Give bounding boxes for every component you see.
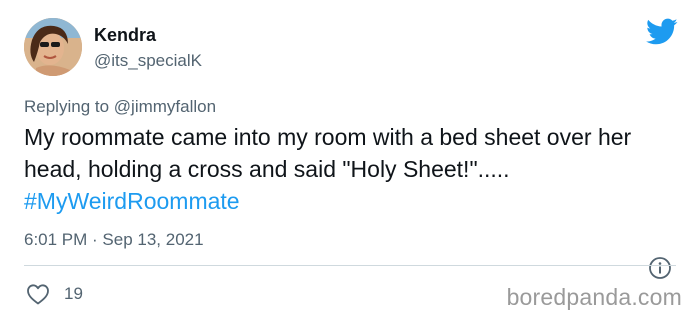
- divider: [24, 265, 676, 266]
- reply-context: Replying to @jimmyfallon: [24, 96, 216, 118]
- reply-mention-link[interactable]: @jimmyfallon: [114, 97, 216, 116]
- tweet-timestamp[interactable]: 6:01 PM · Sep 13, 2021: [24, 229, 204, 251]
- tweet-text: My roommate came into my room with a bed…: [24, 121, 664, 217]
- info-icon[interactable]: [648, 256, 672, 280]
- watermark: boredpanda.com: [506, 284, 682, 310]
- tweet-card: Kendra @its_specialK Replying to @jimmyf…: [0, 0, 700, 319]
- display-name[interactable]: Kendra: [94, 24, 156, 46]
- twitter-bird-icon[interactable]: [646, 18, 678, 46]
- like-button[interactable]: 19: [26, 283, 83, 305]
- like-count: 19: [64, 284, 83, 303]
- tweet-body: My roommate came into my room with a bed…: [24, 124, 632, 182]
- heart-icon: [27, 284, 49, 305]
- avatar[interactable]: [24, 18, 82, 76]
- avatar-image: [24, 18, 82, 76]
- hashtag-link[interactable]: #MyWeirdRoommate: [24, 188, 240, 214]
- user-handle[interactable]: @its_specialK: [94, 50, 202, 72]
- reply-prefix: Replying to: [24, 97, 114, 116]
